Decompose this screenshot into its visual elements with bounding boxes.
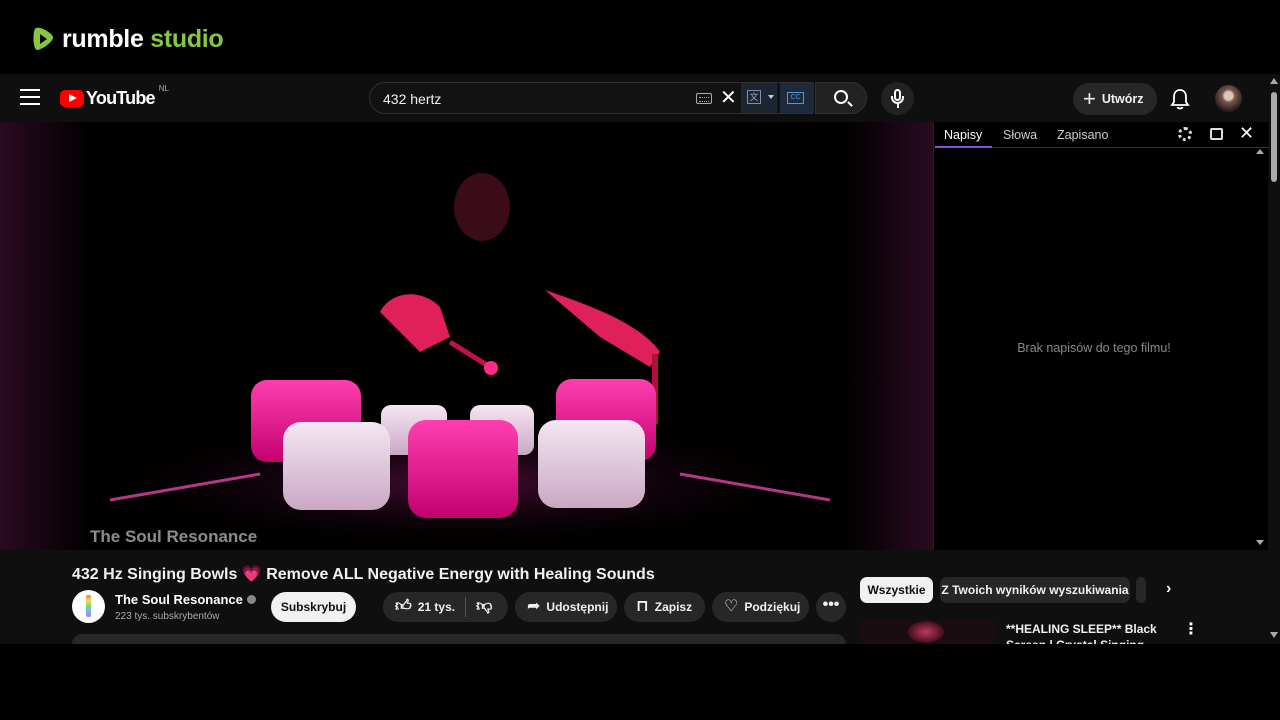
avatar[interactable] [1215, 85, 1242, 112]
search-button[interactable] [815, 82, 867, 114]
popout-icon[interactable] [1210, 128, 1223, 140]
thanks-button[interactable]: ♡ Podziękuj [712, 592, 809, 622]
menu-icon[interactable] [20, 89, 40, 107]
video-player[interactable]: The Soul Resonance [0, 122, 933, 550]
active-tab-indicator [935, 146, 992, 148]
heart-emoji: 💗 [241, 566, 262, 583]
search-icon [834, 90, 848, 104]
recommendation-thumbnail[interactable] [860, 619, 997, 644]
like-count[interactable]: 21 tys. [418, 600, 455, 614]
panel-scroll-down-icon[interactable] [1256, 540, 1264, 545]
close-icon[interactable]: ✕ [1239, 123, 1254, 144]
thanks-label: Podziękuj [744, 600, 801, 614]
more-actions-button[interactable]: ••• [816, 592, 846, 622]
logo-text: YouTube [86, 88, 156, 108]
panel-tabs: Napisy Słowa Zapisano ✕ [934, 122, 1269, 148]
rumble-wordmark: rumble studio [62, 24, 224, 54]
share-icon: ➦ [527, 598, 541, 615]
share-label: Udostępnij [546, 600, 609, 614]
chevron-right-icon[interactable]: › [1166, 580, 1171, 598]
create-button[interactable]: + Utwórz [1073, 83, 1157, 115]
scroll-up-icon[interactable] [1270, 78, 1278, 84]
like-divider [465, 597, 467, 617]
chip-from-search[interactable]: Z Twoich wyników wyszukiwania [940, 577, 1130, 603]
chip-all[interactable]: Wszystkie [860, 577, 933, 603]
video-watermark: The Soul Resonance [90, 527, 258, 546]
gear-icon[interactable] [1178, 127, 1192, 141]
brand-part2: studio [150, 24, 224, 53]
recommendation-title[interactable]: **HEALING SLEEP** Black Screen | Crystal… [1006, 621, 1171, 644]
country-code: NL [158, 84, 169, 93]
youtube-play-icon [60, 90, 84, 107]
clear-icon[interactable]: ✕ [720, 87, 737, 109]
tab-zapisano[interactable]: Zapisano [1057, 128, 1108, 142]
subscriber-count: 223 tys. subskrybentów [115, 611, 220, 622]
brand-part1: rumble [62, 24, 144, 53]
bell-icon[interactable] [1170, 88, 1190, 110]
share-button[interactable]: ➦ Udostępnij [515, 592, 617, 622]
like-dislike-bar: 👍︎ 21 tys. 👎︎ [383, 592, 508, 622]
kebab-menu-icon[interactable]: ⋮ [1183, 619, 1199, 639]
search-box[interactable]: 432 hertz ✕ 文 CC [369, 82, 814, 114]
thanks-icon: ♡ [724, 598, 739, 615]
save-label: Zapisz [654, 600, 693, 614]
chip-partial[interactable] [1136, 577, 1146, 603]
verified-icon [246, 595, 256, 604]
thumbs-up-icon[interactable]: 👍︎ [395, 599, 412, 615]
save-button[interactable]: ⊓ Zapisz [624, 592, 705, 622]
video-frame [0, 122, 933, 550]
search-input[interactable]: 432 hertz [383, 91, 441, 107]
bookmark-icon: ⊓ [636, 598, 649, 615]
keyboard-icon[interactable] [696, 93, 712, 104]
video-title: 432 Hz Singing Bowls 💗 Remove ALL Negati… [72, 564, 655, 584]
channel-name-text[interactable]: The Soul Resonance [115, 592, 243, 607]
tab-slowa[interactable]: Słowa [1003, 128, 1037, 142]
subscribe-button[interactable]: Subskrybuj [271, 592, 356, 622]
transcript-panel: Napisy Słowa Zapisano ✕ Brak napisów do … [933, 122, 1269, 550]
voice-search-button[interactable] [881, 82, 914, 115]
caption-search-icon[interactable]: CC [780, 83, 814, 113]
rumble-play-icon [33, 27, 54, 50]
thumbs-down-icon[interactable]: 👎︎ [476, 599, 492, 615]
scroll-thumb[interactable] [1271, 92, 1277, 182]
scroll-down-icon[interactable] [1270, 632, 1278, 638]
plus-icon: + [1083, 86, 1096, 111]
tab-napisy[interactable]: Napisy [944, 128, 982, 142]
description-box[interactable] [72, 634, 846, 644]
channel-name[interactable]: The Soul Resonance [115, 592, 256, 607]
create-label: Utwórz [1101, 92, 1144, 106]
page-scrollbar[interactable] [1268, 74, 1280, 644]
youtube-logo[interactable]: YouTube NL [60, 84, 169, 109]
rumble-studio-logo: rumble studio [30, 24, 224, 54]
title-part1: 432 Hz Singing Bowls [72, 566, 238, 583]
title-part2: Remove ALL Negative Energy with Healing … [266, 566, 655, 583]
panel-scroll-up-icon[interactable] [1256, 149, 1264, 154]
empty-message: Brak napisów do tego filmu! [1017, 341, 1171, 355]
chevron-down-icon[interactable] [768, 95, 774, 99]
masthead: YouTube NL 432 hertz ✕ 文 CC + Utwórz [0, 74, 1268, 122]
channel-avatar[interactable] [72, 590, 105, 623]
youtube-window: YouTube NL 432 hertz ✕ 文 CC + Utwórz The… [0, 74, 1280, 644]
